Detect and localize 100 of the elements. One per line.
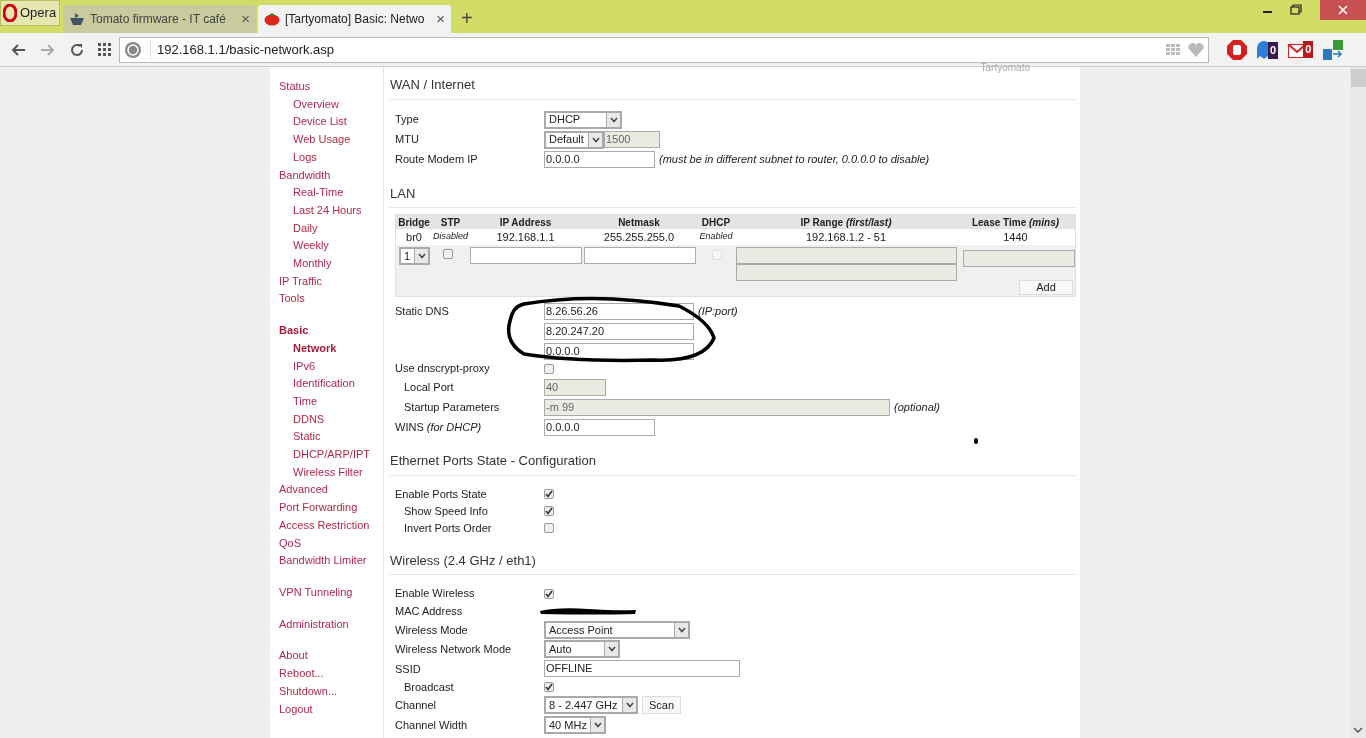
input-field[interactable]: 8.26.56.26 xyxy=(544,303,694,320)
nav-link[interactable]: VPN Tunneling xyxy=(279,584,383,602)
checkbox[interactable] xyxy=(544,523,554,533)
field-label: Invert Ports Order xyxy=(403,520,493,536)
nav-link[interactable]: Identification xyxy=(279,375,369,393)
dropdown[interactable]: 8 - 2.447 GHz xyxy=(544,696,638,715)
nav-link[interactable]: Weekly xyxy=(279,237,369,256)
nav-link[interactable]: Logs xyxy=(279,148,369,167)
close-window-button[interactable] xyxy=(1320,0,1366,20)
field-label: Broadcast xyxy=(403,679,455,695)
scrollbar-thumb[interactable] xyxy=(1350,69,1366,87)
nav-link[interactable]: Bandwidth xyxy=(279,166,383,185)
opera-menu-button[interactable]: Opera xyxy=(0,0,60,26)
dropdown[interactable]: 40 MHz xyxy=(544,715,606,734)
nav-link[interactable]: Reboot... xyxy=(279,665,383,683)
speed-dial-icon[interactable] xyxy=(98,43,111,56)
input-field[interactable]: 40 xyxy=(544,378,606,396)
checkbox[interactable] xyxy=(544,588,554,599)
browser-tab[interactable]: [Tartyomato] Basic: Netwo × xyxy=(258,5,451,33)
dropdown[interactable]: Access Point xyxy=(544,620,690,639)
checkbox[interactable] xyxy=(544,506,554,516)
field-label: Channel xyxy=(395,698,437,713)
nav-link[interactable]: Basic xyxy=(279,322,383,340)
back-icon[interactable] xyxy=(10,42,26,57)
tab-close-button[interactable]: × xyxy=(241,7,250,31)
nav-link[interactable]: Static DHCP/ARP/IPT xyxy=(279,428,369,464)
checkbox[interactable] xyxy=(544,489,554,499)
translate-icon[interactable] xyxy=(1323,39,1344,60)
table-cell-text: 192.168.1.1 xyxy=(495,229,556,245)
nav-link[interactable]: Daily xyxy=(279,219,369,238)
input-field[interactable]: 1500 xyxy=(604,131,660,148)
scrollbar-track[interactable] xyxy=(1350,67,1366,738)
nav-link[interactable]: Shutdown... xyxy=(279,682,383,701)
boat-icon xyxy=(69,12,85,26)
nav-link[interactable]: Last 24 Hours xyxy=(279,201,369,220)
input-field[interactable]: OFFLINE xyxy=(544,660,740,678)
field-label: Wireless Mode xyxy=(395,622,469,638)
tab-close-button[interactable]: × xyxy=(436,7,445,31)
checkbox[interactable] xyxy=(544,363,554,374)
input-field[interactable] xyxy=(963,250,1075,267)
forward-icon[interactable] xyxy=(40,42,56,57)
column-header: Bridge xyxy=(397,215,431,230)
nav-link[interactable]: Tools xyxy=(279,290,383,309)
browser-tab[interactable]: Tomato firmware - IT café × xyxy=(63,5,256,33)
opera-logo-icon xyxy=(3,4,17,22)
count-badge: 0 xyxy=(1303,41,1314,58)
dropdown[interactable]: 1 xyxy=(399,247,430,265)
nav-link[interactable]: QoS xyxy=(279,534,383,553)
nav-link[interactable]: Overview xyxy=(279,95,369,114)
input-field[interactable]: 0.0.0.0 xyxy=(544,418,655,436)
nav-link[interactable]: Device List xyxy=(279,113,369,132)
checkbox[interactable] xyxy=(544,682,554,692)
nav-link[interactable]: IPv6 xyxy=(279,357,369,376)
field-label: Local Port xyxy=(403,379,455,395)
table-cell: Disabled xyxy=(432,230,469,244)
section-heading: Ethernet Ports State - Configuration xyxy=(389,451,1076,476)
nav-link[interactable]: Network xyxy=(279,339,369,358)
nav-link[interactable]: About xyxy=(279,647,383,666)
nav-link[interactable]: Access Restriction xyxy=(279,516,383,535)
input-field[interactable]: -m 99 xyxy=(544,398,890,416)
input-field[interactable] xyxy=(736,264,957,281)
field-label: Static DNS xyxy=(395,304,450,319)
nav-link[interactable]: Administration xyxy=(279,615,383,634)
dropdown[interactable]: Default xyxy=(544,130,604,149)
field-label: Use dnscrypt-proxy xyxy=(395,361,491,377)
field-label: WINS (for DHCP) xyxy=(395,419,483,435)
nav-link[interactable]: Bandwidth Limiter xyxy=(279,552,383,570)
nav-link[interactable]: Port Forwarding xyxy=(279,499,383,517)
checkbox[interactable] xyxy=(442,249,453,259)
new-tab-button[interactable]: + xyxy=(453,3,481,33)
dropdown[interactable]: Auto xyxy=(544,640,620,659)
input-field[interactable] xyxy=(584,247,696,264)
column-header: DHCP xyxy=(700,215,732,230)
dropdown[interactable]: DHCP xyxy=(544,110,622,129)
field-label: Startup Parameters xyxy=(403,399,501,415)
nav-link[interactable]: Wireless Filter xyxy=(279,463,369,482)
section-heading: LAN xyxy=(389,183,1076,208)
nav-link[interactable]: DDNS xyxy=(279,410,369,429)
nav-link[interactable]: Real-Time xyxy=(279,184,369,202)
input-field[interactable] xyxy=(736,247,957,264)
router-name: Tartyomato xyxy=(980,61,1030,75)
input-field[interactable]: 0.0.0.0 xyxy=(544,151,655,168)
stray-mark xyxy=(974,438,978,444)
field-label: Route Modem IP xyxy=(395,152,479,168)
nav-link[interactable]: Time xyxy=(279,392,369,411)
input-field[interactable] xyxy=(470,247,582,264)
input-field[interactable]: 8.20.247.20 xyxy=(544,323,694,340)
scan-button[interactable]: Scan xyxy=(642,696,682,715)
reload-icon[interactable] xyxy=(70,42,84,57)
add-button[interactable]: Add xyxy=(1019,280,1073,295)
nav-link[interactable]: Advanced xyxy=(279,481,383,500)
nav-link[interactable]: Web Usage xyxy=(279,131,369,149)
nav-link[interactable]: IP Traffic xyxy=(279,272,383,291)
field-label: MAC Address xyxy=(395,603,464,619)
table-cell-text: Enabled xyxy=(698,230,734,244)
scroll-down-icon[interactable] xyxy=(1353,726,1363,734)
nav-link[interactable]: Logout xyxy=(279,700,383,719)
nav-link[interactable]: Status xyxy=(279,78,383,96)
nav-link[interactable]: Monthly xyxy=(279,255,369,273)
hint-text: (optional) xyxy=(894,399,940,415)
